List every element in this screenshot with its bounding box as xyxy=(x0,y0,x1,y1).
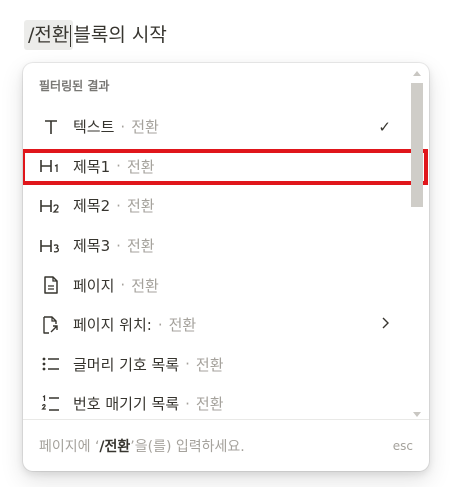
menu-item-label: 번호 매기기 목록 xyxy=(73,395,180,414)
separator-dot: · xyxy=(116,157,121,176)
menu-item-text[interactable]: 텍스트 · 전환 ✓ xyxy=(23,107,409,147)
scroll-up-arrow-icon[interactable] xyxy=(413,71,421,76)
separator-dot: · xyxy=(185,355,190,374)
separator-dot: · xyxy=(120,276,126,295)
footer-hint-prefix: 페이지에 ‘ xyxy=(39,438,100,455)
menu-item-sublabel: 전환 xyxy=(131,118,159,137)
menu-item-label: 글머리 기호 목록 xyxy=(73,355,180,374)
esc-hint[interactable]: esc xyxy=(393,439,413,453)
menu-item-heading1[interactable]: 제목1 · 전환 xyxy=(23,147,428,187)
menu-item-sublabel: 전환 xyxy=(126,197,155,216)
separator-dot: · xyxy=(120,117,126,136)
menu-item-bulleted-list[interactable]: 글머리 기호 목록 · 전환 xyxy=(23,345,409,385)
menu-item-page[interactable]: 페이지 · 전환 xyxy=(23,265,409,305)
menu-item-label: 제목1 xyxy=(73,157,111,176)
checkmark-icon: ✓ xyxy=(378,117,391,136)
numbered-list-icon xyxy=(39,392,63,416)
chevron-right-icon xyxy=(381,316,391,334)
scroll-down-arrow-icon[interactable] xyxy=(413,412,421,417)
heading1-icon xyxy=(39,154,63,178)
editor-rest-text: 블록의 시작 xyxy=(73,24,167,46)
menu-item-heading2[interactable]: 제목2 · 전환 xyxy=(23,186,409,226)
section-header: 필터링된 결과 xyxy=(39,79,110,93)
editor-line[interactable]: /전환 블록의 시작 xyxy=(24,20,167,50)
scroll-thumb[interactable] xyxy=(411,83,423,207)
footer-hint: 페이지에 ‘/전환’을(를) 입력하세요. xyxy=(39,436,245,456)
menu-item-page-location[interactable]: 페이지 위치: · 전환 xyxy=(23,305,409,345)
menu-item-sublabel: 전환 xyxy=(195,355,224,374)
command-list: 텍스트 · 전환 ✓ 제목1 · 전환 제목2 · 전환 제목3 · 전환 페이… xyxy=(23,107,428,424)
menu-item-label: 페이지 xyxy=(73,276,115,295)
separator-dot: · xyxy=(116,196,121,215)
slash-command-menu: 필터링된 결과 텍스트 · 전환 ✓ 제목1 · 전환 제목2 · 전환 제목3… xyxy=(23,63,429,471)
slash-command-token: /전환 xyxy=(24,20,74,50)
footer-hint-suffix: ’을(를) 입력하세요. xyxy=(130,438,245,455)
separator-dot: · xyxy=(157,315,163,334)
heading3-icon xyxy=(39,234,63,258)
bulleted-list-icon xyxy=(39,352,63,376)
menu-footer: 페이지에 ‘/전환’을(를) 입력하세요. esc xyxy=(23,419,429,471)
heading2-icon xyxy=(39,194,63,218)
menu-scrollbar[interactable] xyxy=(411,69,423,417)
menu-item-numbered-list[interactable]: 번호 매기기 목록 · 전환 xyxy=(23,384,409,424)
menu-item-sublabel: 전환 xyxy=(131,276,159,295)
separator-dot: · xyxy=(116,236,121,255)
menu-item-label: 제목2 xyxy=(73,197,111,216)
menu-item-label: 제목3 xyxy=(73,237,111,256)
menu-item-sublabel: 전환 xyxy=(195,395,224,414)
text-caret xyxy=(70,24,72,47)
menu-item-sublabel: 전환 xyxy=(126,157,155,176)
text-T-icon xyxy=(39,115,63,139)
page-move-icon xyxy=(39,313,63,337)
separator-dot: · xyxy=(185,394,190,413)
menu-item-sublabel: 전환 xyxy=(168,316,197,335)
menu-item-label: 텍스트 xyxy=(73,118,115,137)
menu-item-label: 페이지 위치: xyxy=(73,316,152,335)
page-icon xyxy=(39,273,63,297)
menu-item-heading3[interactable]: 제목3 · 전환 xyxy=(23,226,409,266)
menu-item-sublabel: 전환 xyxy=(126,237,155,256)
slash-command-text: /전환 xyxy=(28,24,70,46)
footer-hint-query: /전환 xyxy=(99,438,131,455)
